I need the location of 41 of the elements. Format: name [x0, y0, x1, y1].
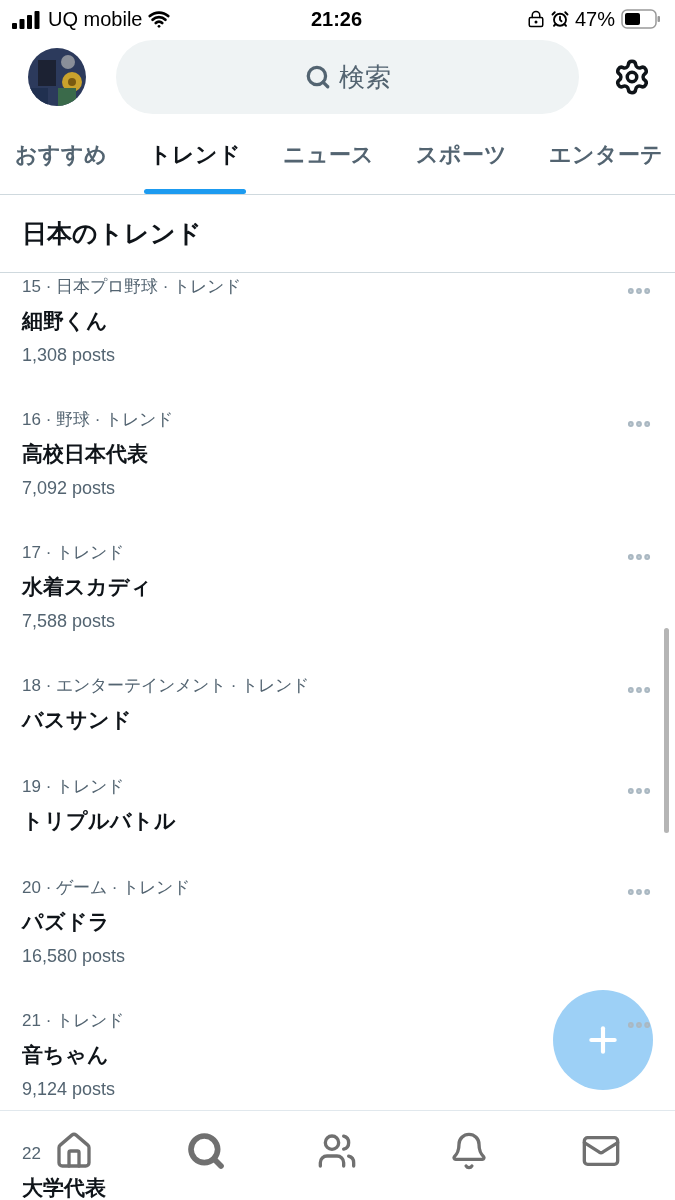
- tab[interactable]: トレンド: [128, 116, 262, 194]
- tab[interactable]: ニュース: [262, 116, 395, 194]
- post-count: 16,580 posts: [22, 945, 126, 968]
- signal-icon: [12, 9, 42, 29]
- search-icon[interactable]: [185, 1131, 226, 1171]
- post-count: 7,588 posts: [22, 610, 116, 633]
- trend-name[interactable]: 大学代表: [22, 1172, 106, 1200]
- section-title: 日本のトレンド: [22, 218, 202, 249]
- trend-name[interactable]: バスサンド: [22, 704, 132, 736]
- search-icon: [304, 64, 331, 90]
- people-icon[interactable]: [317, 1131, 358, 1171]
- tab[interactable]: エンターテ: [528, 116, 675, 194]
- avatar[interactable]: [28, 48, 86, 106]
- tab[interactable]: おすすめ: [0, 116, 128, 194]
- wifi-icon: [148, 8, 171, 30]
- trend-meta: 19 · トレンド: [22, 776, 125, 798]
- battery-percent: 47%: [574, 7, 615, 31]
- post-count: 1,308 posts: [22, 344, 116, 367]
- trend-meta: 20 · ゲーム · トレンド: [22, 877, 191, 899]
- post-count: 7,092 posts: [22, 477, 116, 500]
- rotation-lock-icon: [526, 10, 545, 28]
- trend-meta: 15 · 日本プロ野球 · トレンド: [22, 276, 242, 298]
- clock-time: 21:26: [310, 7, 363, 31]
- trend-name[interactable]: パズドラ: [22, 906, 110, 938]
- trend-meta: 22: [22, 1143, 41, 1165]
- carrier-name: UQ mobile: [48, 7, 143, 31]
- trend-meta: 16 · 野球 · トレンド: [22, 409, 174, 431]
- trend-name[interactable]: トリプルバトル: [22, 805, 176, 837]
- trend-name[interactable]: 音ちゃん: [22, 1039, 109, 1071]
- trend-meta: 17 · トレンド: [22, 542, 125, 564]
- settings-icon[interactable]: [613, 58, 651, 96]
- tab[interactable]: スポーツ: [395, 116, 528, 194]
- trend-meta: 21 · トレンド: [22, 1010, 125, 1032]
- trend-name[interactable]: 水着スカディ: [22, 571, 152, 603]
- battery-icon: [621, 9, 661, 29]
- trend-name[interactable]: 高校日本代表: [22, 438, 148, 470]
- search-field[interactable]: 検索: [116, 40, 579, 114]
- trend-name[interactable]: 細野くん: [22, 305, 108, 337]
- alarm-icon: [550, 10, 569, 28]
- trend-meta: 18 · エンターテインメント · トレンド: [22, 675, 310, 697]
- post-count: 9,124 posts: [22, 1078, 116, 1101]
